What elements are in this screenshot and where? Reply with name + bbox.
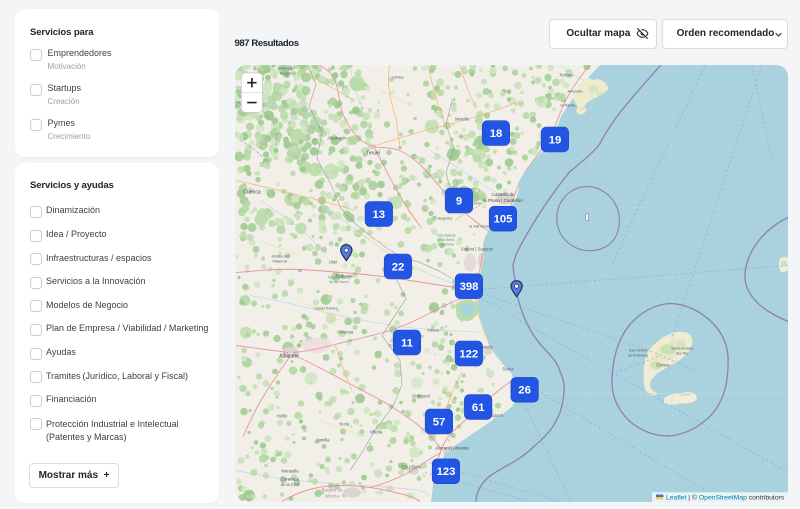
svg-text:122: 122 bbox=[459, 348, 478, 360]
svg-text:Segorbe: Segorbe bbox=[437, 215, 453, 220]
svg-text:Cuenca: Cuenca bbox=[243, 189, 260, 195]
svg-text:26: 26 bbox=[518, 384, 531, 396]
svg-text:Albacete: Albacete bbox=[279, 353, 299, 359]
svg-text:Castelló de: Castelló de bbox=[492, 192, 515, 197]
svg-text:Santa Eulària: Santa Eulària bbox=[671, 346, 693, 350]
svg-text:Jumilla: Jumilla bbox=[316, 437, 330, 442]
svg-text:Parc Natural: Parc Natural bbox=[437, 233, 456, 237]
svg-text:Eivissa: Eivissa bbox=[656, 362, 670, 367]
svg-text:Amposta: Amposta bbox=[568, 89, 584, 93]
svg-text:Caravaca: Caravaca bbox=[281, 476, 300, 481]
svg-text:Alacant | Alicante: Alacant | Alicante bbox=[435, 445, 469, 450]
svg-text:des Riu: des Riu bbox=[676, 351, 688, 355]
svg-text:Murcia: Murcia bbox=[325, 493, 339, 498]
svg-text:13: 13 bbox=[373, 208, 386, 220]
svg-text:123: 123 bbox=[437, 466, 456, 478]
svg-text:Leaflet | © OpenStreetMap cont: Leaflet | © OpenStreetMap contributors bbox=[666, 493, 785, 501]
svg-text:la Ràpita: la Ràpita bbox=[561, 103, 577, 107]
svg-text:Ontinyent: Ontinyent bbox=[412, 393, 431, 398]
svg-text:Almansa: Almansa bbox=[337, 329, 354, 334]
svg-text:57: 57 bbox=[433, 416, 446, 428]
svg-text:Hellín: Hellín bbox=[277, 413, 288, 418]
svg-text:Calderona: Calderona bbox=[438, 242, 454, 246]
svg-text:Moratalla: Moratalla bbox=[281, 468, 299, 473]
svg-text:Elx | Elche: Elx | Elche bbox=[402, 464, 422, 469]
svg-text:18: 18 bbox=[490, 128, 503, 140]
svg-text:de la Serra: de la Serra bbox=[438, 238, 455, 242]
svg-text:Parque Natural: Parque Natural bbox=[328, 275, 351, 279]
svg-text:Onda: Onda bbox=[472, 201, 482, 205]
svg-text:Sagunt | Sagunto: Sagunt | Sagunto bbox=[461, 246, 494, 251]
svg-text:22: 22 bbox=[392, 261, 405, 273]
svg-text:Palancar: Palancar bbox=[273, 259, 289, 263]
svg-text:de la Cruz: de la Cruz bbox=[280, 482, 299, 487]
svg-text:Región de: Región de bbox=[322, 487, 343, 492]
svg-text:61: 61 bbox=[472, 401, 485, 413]
svg-text:Sant Antoni: Sant Antoni bbox=[629, 348, 648, 352]
svg-text:Molina de: Molina de bbox=[278, 66, 294, 70]
svg-text:de Portmany: de Portmany bbox=[628, 353, 649, 357]
svg-text:Motilla del: Motilla del bbox=[271, 254, 288, 258]
svg-text:398: 398 bbox=[460, 281, 479, 293]
svg-text:Casas Ibáñez: Casas Ibáñez bbox=[314, 306, 337, 310]
svg-text:Utiel: Utiel bbox=[329, 259, 337, 264]
svg-text:Morella: Morella bbox=[455, 116, 469, 121]
svg-text:de las Hoces: de las Hoces bbox=[329, 280, 349, 284]
svg-text:Teruel: Teruel bbox=[366, 150, 380, 156]
svg-text:la Plana | Castellón: la Plana | Castellón bbox=[483, 198, 523, 203]
svg-text:Dénia: Dénia bbox=[503, 366, 515, 371]
svg-text:105: 105 bbox=[494, 213, 513, 225]
svg-text:Albarracín: Albarracín bbox=[327, 135, 347, 140]
svg-text:19: 19 bbox=[549, 134, 562, 146]
svg-text:Yecla: Yecla bbox=[339, 421, 350, 426]
svg-text:9: 9 bbox=[456, 195, 462, 207]
svg-text:Aragón: Aragón bbox=[280, 71, 292, 75]
svg-text:Utrillas: Utrillas bbox=[392, 75, 404, 79]
svg-text:la Vall d'Uixó: la Vall d'Uixó bbox=[469, 224, 491, 228]
svg-text:11: 11 bbox=[401, 337, 413, 349]
svg-text:Xàtiva: Xàtiva bbox=[427, 327, 439, 332]
svg-text:Tortosa: Tortosa bbox=[559, 72, 573, 77]
svg-text:Villena: Villena bbox=[370, 429, 383, 434]
